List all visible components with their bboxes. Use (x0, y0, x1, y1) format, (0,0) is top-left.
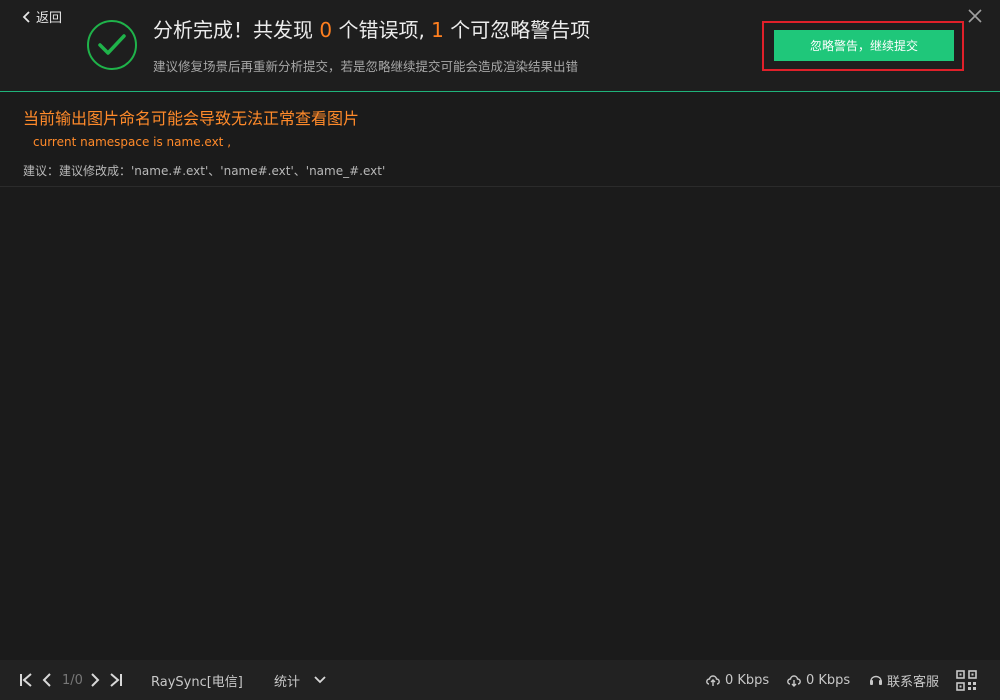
back-label: 返回 (36, 11, 63, 26)
download-speed-value: 0 Kbps (806, 672, 851, 688)
warning-detail: current namespace is name.ext , (33, 135, 232, 149)
cloud-upload-icon (706, 675, 720, 686)
headset-icon (870, 675, 882, 685)
title-prefix: 分析完成！共发现 (153, 18, 313, 42)
cloud-download-icon (787, 675, 801, 687)
success-check-icon (87, 20, 137, 70)
close-icon[interactable] (967, 8, 983, 24)
status-bar: 1/0 RaySync[电信] 统计 0 Kbps 0 Kbps 联系客服 (0, 660, 1000, 700)
warning-count: 1 (431, 18, 444, 42)
upload-speed-value: 0 Kbps (725, 672, 770, 688)
warning-title: 当前输出图片命名可能会导致无法正常查看图片 (23, 109, 360, 128)
back-button[interactable]: 返回 (22, 7, 62, 26)
download-speed: 0 Kbps (786, 660, 850, 700)
support-link[interactable]: 联系客服 (869, 660, 939, 700)
server-label[interactable]: RaySync[电信] (151, 660, 243, 700)
page-title: 分析完成！共发现 0 个错误项, 1 个可忽略警告项 (153, 14, 590, 43)
first-page-icon[interactable] (19, 660, 33, 700)
stats-label: 统计 (274, 674, 301, 690)
prev-page-icon[interactable] (42, 660, 52, 700)
qr-code-icon[interactable] (956, 660, 977, 700)
support-label: 联系客服 (887, 674, 940, 690)
warning-suggestion: 建议：建议修改成：'name.#.ext'、'name#.ext'、'name_… (23, 164, 386, 178)
last-page-icon[interactable] (109, 660, 123, 700)
title-middle: 个错误项, (338, 18, 425, 42)
page-subtitle: 建议修复场景后再重新分析提交，若是忽略继续提交可能会造成渲染结果出错 (153, 59, 579, 74)
error-count: 0 (319, 18, 333, 42)
result-header: 返回 分析完成！共发现 0 个错误项, 1 个可忽略警告项 建议修复场景后再重新… (0, 0, 1000, 92)
upload-speed: 0 Kbps (705, 660, 769, 700)
warning-item: 当前输出图片命名可能会导致无法正常查看图片 current namespace … (0, 93, 1000, 187)
page-indicator: 1/0 (62, 672, 83, 688)
chevron-left-icon (22, 10, 30, 23)
title-suffix: 个可忽略警告项 (450, 18, 591, 42)
ignore-warning-button[interactable]: 忽略警告，继续提交 (774, 30, 954, 61)
chevron-down-icon (314, 676, 326, 684)
stats-dropdown[interactable]: 统计 (274, 660, 326, 700)
next-page-icon[interactable] (90, 660, 100, 700)
